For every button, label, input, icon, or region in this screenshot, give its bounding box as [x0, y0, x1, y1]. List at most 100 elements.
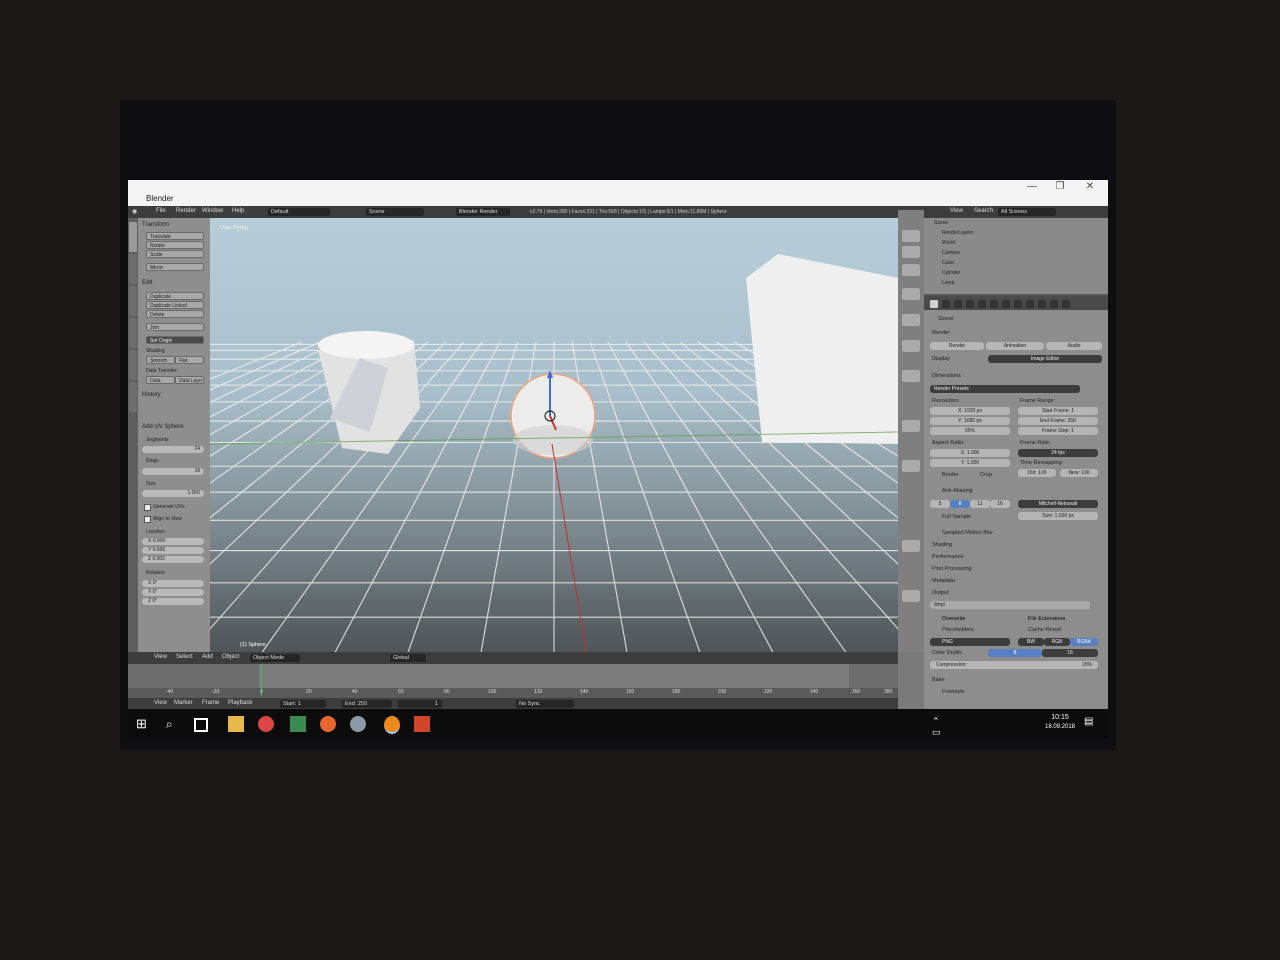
maximize-icon[interactable]: ❐: [1048, 181, 1072, 192]
depth-16-button[interactable]: 16: [1042, 649, 1098, 657]
notification-tray-icons[interactable]: ⌃ ▭ ✉ ⚑: [932, 716, 948, 737]
object-tab-icon[interactable]: [978, 300, 986, 308]
powerpoint-icon[interactable]: [414, 716, 430, 732]
freestyle-panel[interactable]: Freestyle: [942, 689, 965, 695]
texture-tab-icon[interactable]: [1038, 300, 1046, 308]
outliner-row-cube[interactable]: Cube: [942, 260, 954, 266]
dimensions-panel-header[interactable]: Dimensions: [932, 373, 961, 379]
outliner-row-renderlayers[interactable]: RenderLayers: [942, 230, 973, 236]
nav-camera-button[interactable]: [902, 314, 920, 326]
render-engine-selector[interactable]: Blender Render: [456, 208, 510, 216]
nav-zoom-button[interactable]: [902, 340, 920, 352]
outliner-row-world[interactable]: World: [942, 240, 955, 246]
nav-front-button[interactable]: [902, 230, 920, 242]
nav-lock-button[interactable]: [902, 420, 920, 432]
outliner-search-menu[interactable]: Search: [974, 208, 993, 214]
outliner-view-menu[interactable]: View: [950, 208, 963, 214]
layers-tab-icon[interactable]: [942, 300, 950, 308]
tab-grease-pencil[interactable]: [129, 382, 137, 412]
search-icon[interactable]: ⌕: [166, 716, 182, 732]
menu-window[interactable]: Window: [202, 208, 223, 214]
depth-8-button[interactable]: 8: [988, 649, 1042, 657]
file-explorer-icon[interactable]: [228, 716, 244, 732]
rotation-z-field[interactable]: Z 0°: [142, 598, 204, 605]
menu-help[interactable]: Help: [232, 208, 244, 214]
aa-size-field[interactable]: Size: 1.000 px: [1018, 512, 1098, 520]
timeline-ruler[interactable]: [128, 688, 898, 696]
resolution-percent-field[interactable]: 50%: [930, 427, 1010, 435]
data-button[interactable]: Data: [146, 376, 175, 384]
rings-field[interactable]: 18: [142, 468, 204, 475]
size-field[interactable]: 1.000: [142, 490, 204, 497]
mode-selector[interactable]: Object Mode: [250, 654, 300, 662]
physics-tab-icon[interactable]: [1062, 300, 1070, 308]
particles-tab-icon[interactable]: [1050, 300, 1058, 308]
rotation-y-field[interactable]: Y 0°: [142, 589, 204, 596]
nav-top-button[interactable]: [902, 264, 920, 276]
bake-panel[interactable]: Bake: [932, 677, 945, 683]
firefox-icon[interactable]: [320, 716, 336, 732]
post-processing-panel[interactable]: Post Processing: [932, 566, 972, 572]
generate-uvs-checkbox[interactable]: [144, 504, 151, 511]
aa-filter-selector[interactable]: Mitchell-Netravali: [1018, 500, 1098, 508]
flat-button[interactable]: Flat: [175, 356, 204, 364]
app-icon[interactable]: [350, 716, 366, 732]
resolution-y-field[interactable]: Y: 1080 px: [930, 417, 1010, 425]
cube-object[interactable]: [746, 254, 898, 444]
nav-view-button[interactable]: [902, 540, 920, 552]
delete-button[interactable]: Delete: [146, 310, 204, 318]
blender-logo-icon[interactable]: ◉: [132, 208, 137, 215]
render-tab-icon[interactable]: [930, 300, 938, 308]
menu-render[interactable]: Render: [176, 208, 196, 214]
new-frame-field[interactable]: New: 100: [1060, 469, 1098, 477]
orientation-selector[interactable]: Global: [390, 654, 426, 662]
render-panel-header[interactable]: Render: [932, 330, 950, 336]
location-x-field[interactable]: X 0.000: [142, 538, 204, 545]
world-tab-icon[interactable]: [966, 300, 974, 308]
end-frame-prop[interactable]: End Frame: 250: [1018, 417, 1098, 425]
smooth-button[interactable]: Smooth: [146, 356, 175, 364]
outliner-row-lamp[interactable]: Lamp: [942, 280, 955, 286]
tab-animation[interactable]: [129, 318, 137, 348]
nav-background-button[interactable]: [902, 590, 920, 602]
vp-menu-add[interactable]: Add: [202, 654, 213, 660]
scale-button[interactable]: Scale: [146, 250, 204, 258]
old-frame-field[interactable]: Old: 100: [1018, 469, 1056, 477]
tl-menu-view[interactable]: View: [154, 700, 167, 706]
sphere-object[interactable]: [510, 373, 596, 459]
color-rgb-button[interactable]: RGB: [1044, 638, 1070, 646]
properties-editor[interactable]: Scene Render Render Animation Audio Disp…: [924, 296, 1108, 738]
color-rgba-button[interactable]: RGBA: [1070, 638, 1098, 646]
duplicate-linked-button[interactable]: Duplicate Linked: [146, 301, 204, 309]
tab-create[interactable]: [129, 254, 137, 284]
material-tab-icon[interactable]: [1026, 300, 1034, 308]
nav-display-button[interactable]: [902, 460, 920, 472]
outliner-row-camera[interactable]: Camera: [942, 250, 960, 256]
chrome-icon[interactable]: [258, 716, 274, 732]
windows-start-icon[interactable]: ⊞: [136, 716, 152, 732]
file-format-selector[interactable]: PNG: [930, 638, 1010, 646]
tl-menu-playback[interactable]: Playback: [228, 700, 252, 706]
vp-menu-view[interactable]: View: [154, 654, 167, 660]
aa-samples-16[interactable]: 16: [990, 500, 1010, 508]
outliner-row-cylinder[interactable]: Cylinder: [942, 270, 960, 276]
metadata-panel[interactable]: Metadata: [932, 578, 955, 584]
edit-header[interactable]: Edit: [142, 280, 152, 286]
close-icon[interactable]: ✕: [1078, 181, 1102, 192]
nav-clip-button[interactable]: [902, 370, 920, 382]
audio-button[interactable]: Audio: [1046, 342, 1102, 350]
current-frame-field[interactable]: 1: [398, 700, 442, 708]
output-path-field[interactable]: /tmp\: [930, 601, 1090, 609]
start-frame-prop[interactable]: Start Frame: 1: [1018, 407, 1098, 415]
transform-header[interactable]: Transform: [142, 222, 169, 228]
segments-field[interactable]: 24: [142, 446, 204, 453]
task-view-icon[interactable]: [194, 718, 208, 732]
end-frame-field[interactable]: End: 250: [342, 700, 392, 708]
tab-tools[interactable]: [129, 222, 137, 252]
constraints-tab-icon[interactable]: [990, 300, 998, 308]
outliner-row-scene[interactable]: Scene: [934, 220, 948, 226]
mirror-button[interactable]: Mirror: [146, 263, 204, 271]
operator-header[interactable]: Add UV Sphere: [142, 424, 184, 430]
data-layout-button[interactable]: Data Layo: [175, 376, 204, 384]
align-view-checkbox[interactable]: [144, 516, 151, 523]
